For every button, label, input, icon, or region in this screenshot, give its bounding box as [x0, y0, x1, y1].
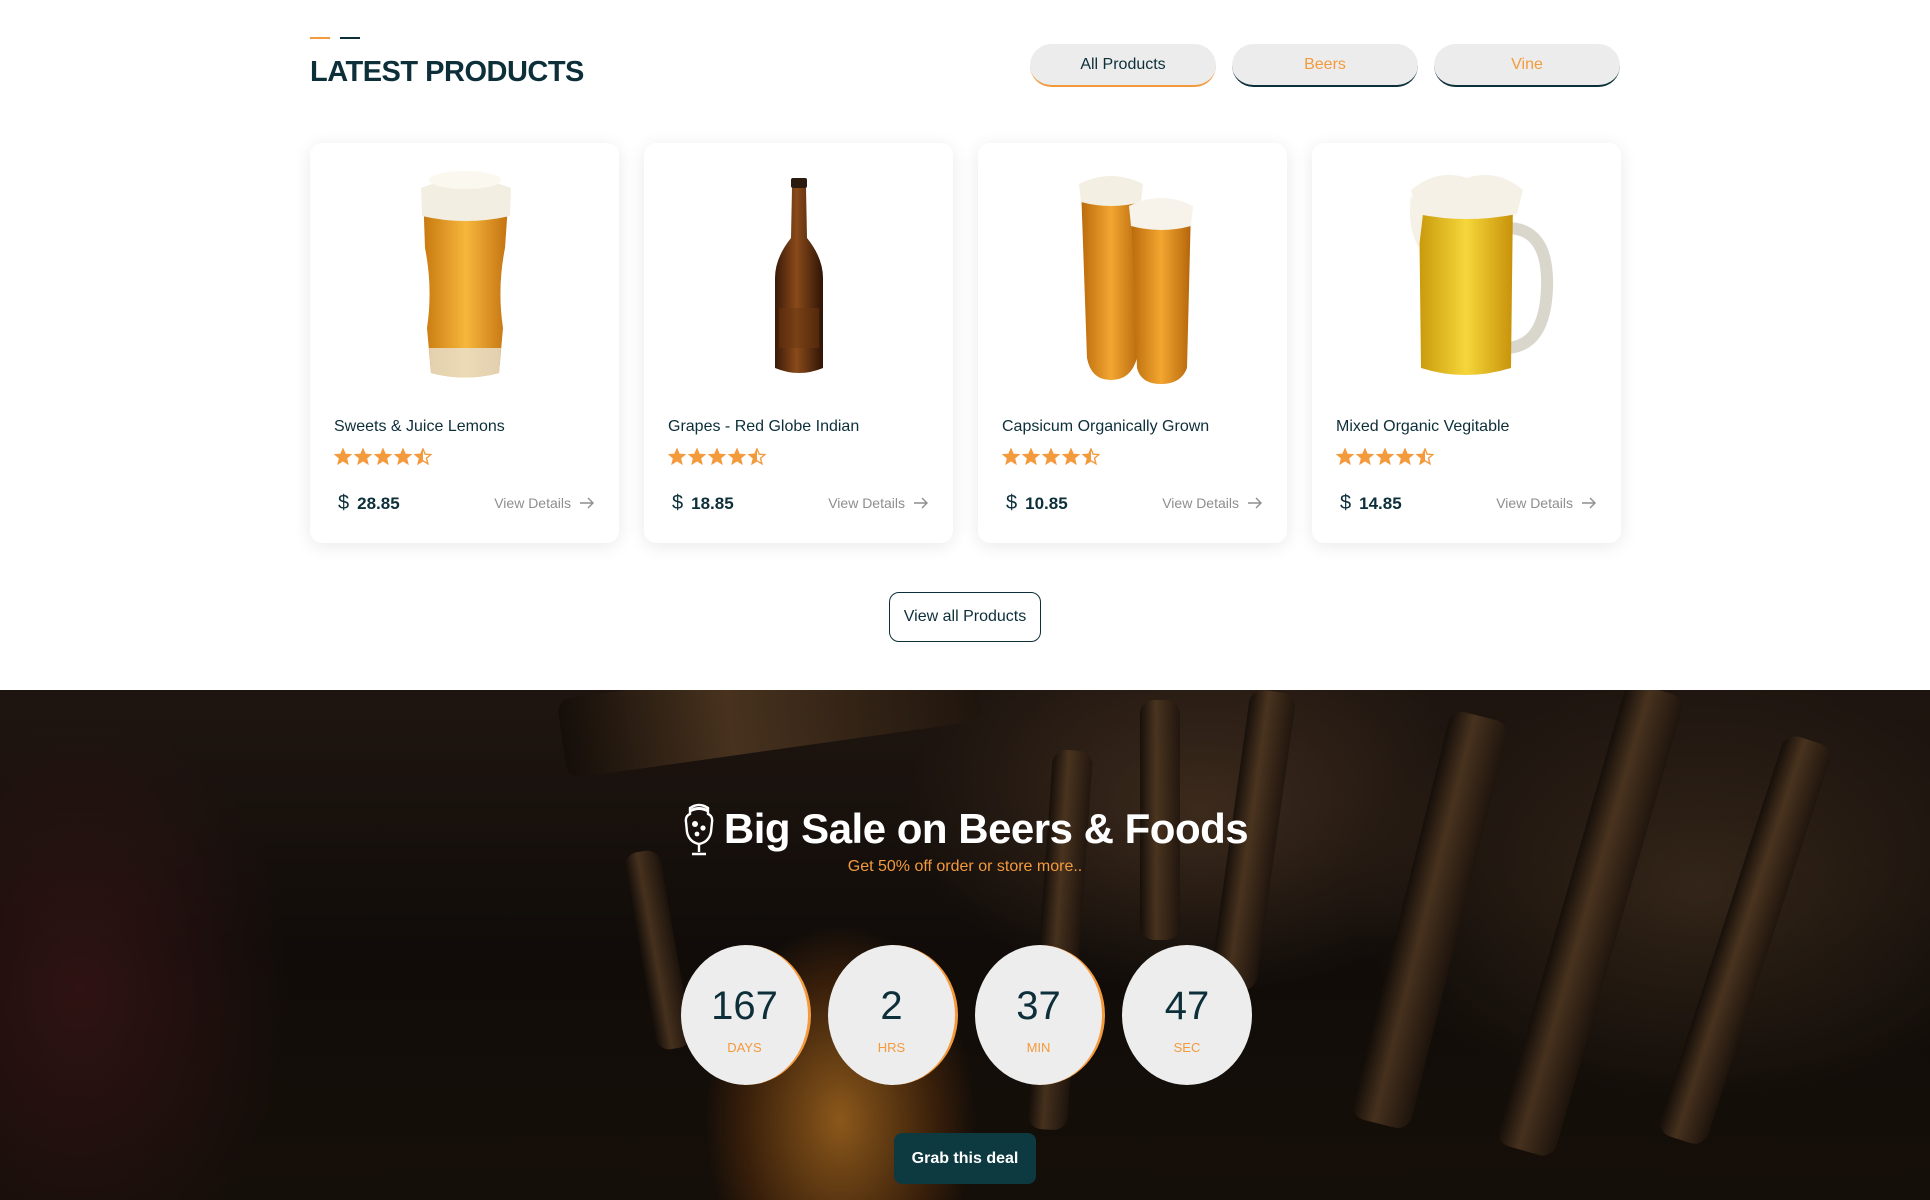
view-details-label: View Details	[494, 495, 571, 511]
star-full-icon	[688, 448, 706, 466]
countdown-hours: 2 HRS	[828, 945, 958, 1085]
sale-heading: Big Sale on Beers & Foods	[0, 802, 1930, 856]
rating-stars	[334, 448, 432, 466]
star-full-icon	[334, 448, 352, 466]
star-full-icon	[1396, 448, 1414, 466]
product-card[interactable]: Grapes - Red Globe Indian $ 18.85 View D…	[644, 143, 953, 543]
countdown-label: HRS	[877, 1039, 906, 1055]
star-full-icon	[1376, 448, 1394, 466]
rating-stars	[1002, 448, 1100, 466]
price-amount: 14.85	[1359, 494, 1402, 513]
view-details-label: View Details	[828, 495, 905, 511]
product-card[interactable]: Sweets & Juice Lemons $ 28.85 View Detai…	[310, 143, 619, 543]
filter-tabs: All Products Beers Vine	[1030, 44, 1620, 87]
countdown-days: 167 DAYS	[681, 945, 811, 1085]
sale-title: Big Sale on Beers & Foods	[723, 805, 1249, 852]
product-name[interactable]: Grapes - Red Globe Indian	[668, 418, 859, 436]
countdown-label: DAYS	[727, 1039, 762, 1055]
countdown-seconds: 47 SEC	[1122, 945, 1252, 1085]
currency-symbol: $	[672, 492, 684, 514]
filter-tab-beers[interactable]: Beers	[1232, 44, 1418, 87]
arrow-right-icon	[580, 497, 594, 509]
latest-products-section: LATEST PRODUCTS All Products Beers Vine …	[0, 0, 1930, 690]
countdown-timer: 167 DAYS 2 HRS 37 MIN 47 SEC	[681, 945, 1252, 1085]
star-full-icon	[374, 448, 392, 466]
filter-tab-vine[interactable]: Vine	[1434, 44, 1620, 87]
star-full-icon	[1042, 448, 1060, 466]
currency-symbol: $	[338, 492, 350, 514]
countdown-value: 167	[711, 983, 778, 1028]
rating-stars	[668, 448, 766, 466]
sale-banner: Big Sale on Beers & Foods Get 50% off or…	[0, 690, 1930, 1200]
star-half-icon	[1082, 448, 1100, 466]
countdown-minutes: 37 MIN	[975, 945, 1105, 1085]
view-details-label: View Details	[1162, 495, 1239, 511]
currency-symbol: $	[1006, 492, 1018, 514]
product-grid: Sweets & Juice Lemons $ 28.85 View Detai…	[310, 143, 1621, 543]
view-all-products-button[interactable]: View all Products	[889, 592, 1041, 642]
view-details-link[interactable]: View Details	[828, 495, 929, 511]
price-amount: 10.85	[1025, 494, 1068, 513]
product-name[interactable]: Capsicum Organically Grown	[1002, 418, 1209, 436]
star-full-icon	[1336, 448, 1354, 466]
arrow-right-icon	[1582, 497, 1596, 509]
price-amount: 18.85	[691, 494, 734, 513]
product-price: $ 18.85	[672, 492, 734, 515]
product-name[interactable]: Mixed Organic Vegitable	[1336, 418, 1509, 436]
title-decoration	[310, 37, 362, 41]
star-full-icon	[354, 448, 372, 466]
view-details-label: View Details	[1496, 495, 1573, 511]
product-price: $ 10.85	[1006, 492, 1068, 515]
star-full-icon	[728, 448, 746, 466]
star-full-icon	[1356, 448, 1374, 466]
rating-stars	[1336, 448, 1434, 466]
countdown-label: SEC	[1173, 1039, 1201, 1055]
star-full-icon	[668, 448, 686, 466]
product-price: $ 14.85	[1340, 492, 1402, 515]
star-half-icon	[1416, 448, 1434, 466]
beer-glass-icon	[684, 803, 714, 856]
currency-symbol: $	[1340, 492, 1352, 514]
grab-deal-button[interactable]: Grab this deal	[894, 1133, 1036, 1184]
arrow-right-icon	[1248, 497, 1262, 509]
view-details-link[interactable]: View Details	[1496, 495, 1597, 511]
section-title: LATEST PRODUCTS	[310, 56, 584, 88]
beer-mug-icon	[1409, 174, 1553, 375]
beer-bottle-icon	[774, 178, 823, 373]
star-full-icon	[1002, 448, 1020, 466]
product-card[interactable]: Mixed Organic Vegitable $ 14.85 View Det…	[1312, 143, 1621, 543]
two-glasses-icon	[1078, 176, 1193, 384]
countdown-value: 37	[1016, 983, 1061, 1028]
arrow-right-icon	[914, 497, 928, 509]
view-details-link[interactable]: View Details	[1162, 495, 1263, 511]
star-full-icon	[1022, 448, 1040, 466]
countdown-label: MIN	[1026, 1039, 1051, 1055]
countdown-value: 2	[880, 983, 903, 1028]
star-full-icon	[708, 448, 726, 466]
filter-tab-all-products[interactable]: All Products	[1030, 44, 1216, 87]
price-amount: 28.85	[357, 494, 400, 513]
sale-subtitle: Get 50% off order or store more..	[847, 858, 1083, 875]
product-price: $ 28.85	[338, 492, 400, 515]
pint-glass-icon	[420, 171, 511, 378]
star-half-icon	[414, 448, 432, 466]
star-full-icon	[1062, 448, 1080, 466]
product-name[interactable]: Sweets & Juice Lemons	[334, 418, 505, 436]
countdown-value: 47	[1164, 983, 1210, 1028]
view-details-link[interactable]: View Details	[494, 495, 595, 511]
product-card[interactable]: Capsicum Organically Grown $ 10.85 View …	[978, 143, 1287, 543]
star-half-icon	[748, 448, 766, 466]
star-full-icon	[394, 448, 412, 466]
